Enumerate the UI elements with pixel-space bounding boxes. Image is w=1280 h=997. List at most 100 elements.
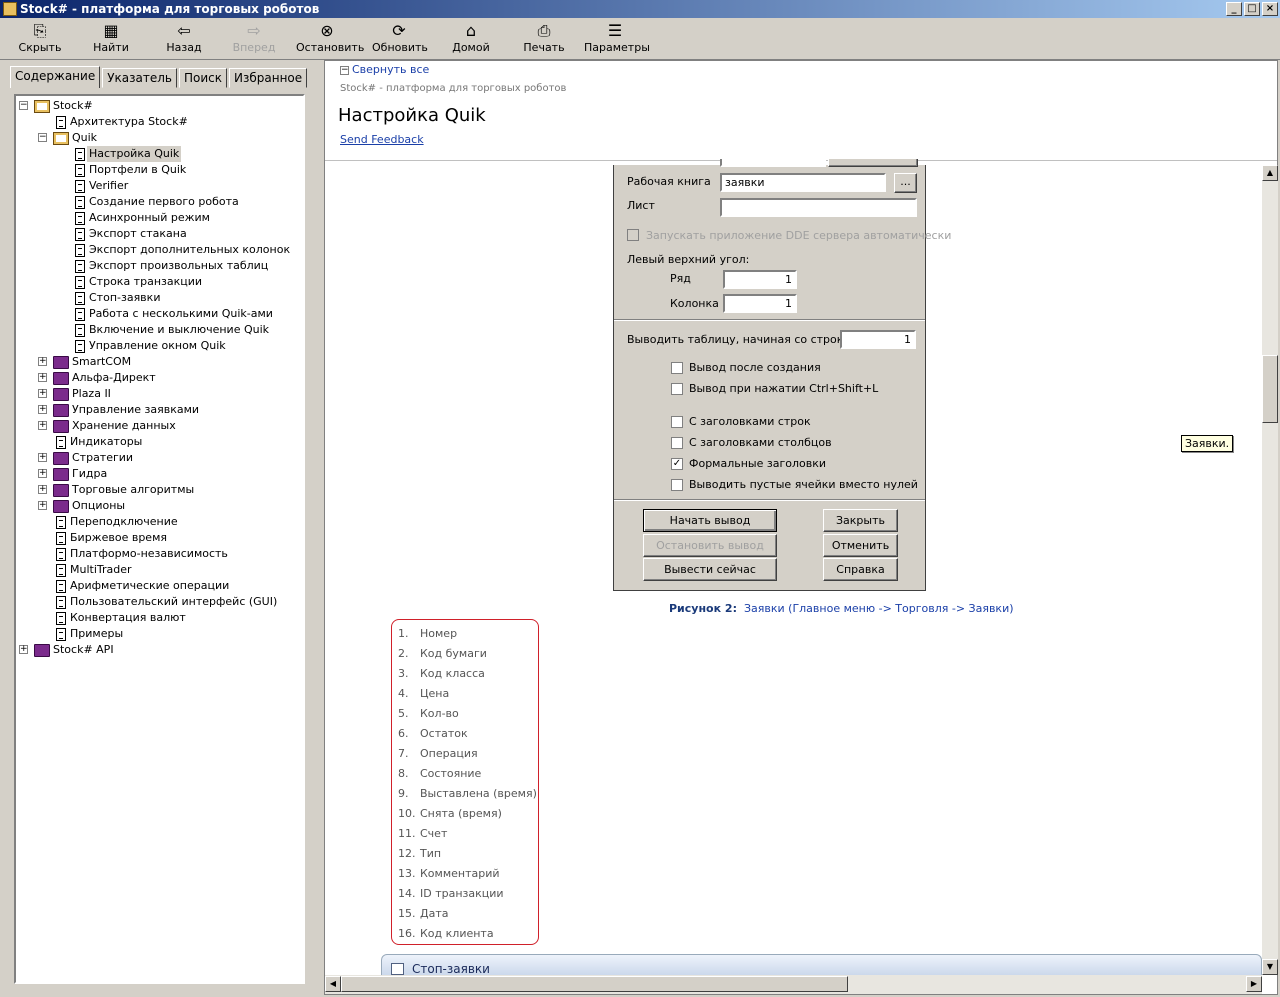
option-checkbox[interactable] — [671, 383, 683, 395]
tree-item[interactable]: Гидра — [53, 466, 107, 482]
pane-splitter[interactable] — [318, 60, 322, 997]
minimize-button[interactable]: _ — [1226, 2, 1242, 16]
expand-icon[interactable]: + — [38, 389, 47, 398]
column-field[interactable]: 1 — [723, 294, 797, 313]
stop-output-button[interactable]: Остановить вывод — [643, 534, 777, 557]
help-button[interactable]: Справка — [823, 558, 898, 581]
scroll-right-button[interactable]: ▶ — [1246, 976, 1262, 992]
expand-icon[interactable]: + — [38, 453, 47, 462]
output-now-button[interactable]: Вывести сейчас — [643, 558, 777, 581]
expand-icon[interactable]: + — [38, 485, 47, 494]
close-button[interactable]: × — [1262, 2, 1278, 16]
app-icon — [3, 2, 17, 16]
tree-item[interactable]: Пользовательский интерфейс (GUI) — [56, 594, 277, 610]
tree-item[interactable]: Экспорт стакана — [75, 226, 187, 242]
tree-item[interactable]: Примеры — [56, 626, 123, 642]
tree-item[interactable]: Строка транзакции — [75, 274, 202, 290]
option-checkbox-label: С заголовками столбцов — [689, 436, 832, 449]
close-dialog-button[interactable]: Закрыть — [823, 509, 898, 532]
scroll-up-button[interactable]: ▲ — [1262, 165, 1278, 181]
tab-index[interactable]: Указатель — [102, 68, 177, 88]
option-checkbox[interactable]: ✓ — [671, 458, 683, 470]
tree-item[interactable]: Экспорт дополнительных колонок — [75, 242, 290, 258]
tree-item[interactable]: Создание первого робота — [75, 194, 239, 210]
tab-search[interactable]: Поиск — [178, 68, 227, 88]
page-icon — [56, 531, 66, 545]
sheet-field[interactable] — [720, 198, 917, 217]
start-output-button[interactable]: Начать вывод — [643, 509, 777, 532]
cancel-button[interactable]: Отменить — [823, 534, 898, 557]
row-field[interactable]: 1 — [723, 270, 797, 289]
expand-icon[interactable]: + — [38, 357, 47, 366]
tree-item[interactable]: Архитектура Stock# — [56, 114, 188, 130]
tree-item[interactable]: Stock# API — [34, 642, 114, 658]
option-checkbox[interactable] — [671, 479, 683, 491]
toolbar-button[interactable]: ⌂ Домой — [450, 20, 492, 58]
expand-icon[interactable]: + — [38, 501, 47, 510]
collapse-icon[interactable]: − — [19, 101, 28, 110]
tree-item[interactable]: Настройка Quik — [75, 146, 182, 162]
tree-item-label: Гидра — [72, 467, 108, 480]
maximize-button[interactable]: □ — [1244, 2, 1260, 16]
scroll-left-button[interactable]: ◀ — [325, 976, 341, 992]
collapse-icon[interactable]: − — [38, 133, 47, 142]
tree-item[interactable]: Стратегии — [53, 450, 133, 466]
tab-contents[interactable]: Содержание — [10, 66, 101, 88]
tree-item[interactable]: Управление заявками — [53, 402, 199, 418]
toolbar-button[interactable]: ⟳ Обновить — [372, 20, 428, 58]
tree-item[interactable]: Verifier — [75, 178, 128, 194]
tree-item[interactable]: Стоп-заявки — [75, 290, 160, 306]
toolbar-button[interactable]: ⎙ Печать — [522, 20, 566, 58]
tree-item[interactable]: Арифметические операции — [56, 578, 229, 594]
tree-item[interactable]: Работа с несколькими Quik-ами — [75, 306, 273, 322]
tree-item[interactable]: Переподключение — [56, 514, 178, 530]
tree-item[interactable]: Конвертация валют — [56, 610, 186, 626]
vertical-scrollbar[interactable]: ▲ ▼ — [1262, 165, 1278, 975]
start-row-field[interactable]: 1 — [840, 330, 916, 349]
workbook-field[interactable]: заявки — [720, 173, 886, 192]
expand-icon[interactable]: + — [38, 469, 47, 478]
autostart-checkbox[interactable] — [627, 229, 639, 241]
tree-item[interactable]: Индикаторы — [56, 434, 142, 450]
browse-button[interactable]: ... — [894, 173, 917, 193]
toolbar-button[interactable]: ⇨ Вперед — [232, 20, 276, 58]
tree-item[interactable]: Портфели в Quik — [75, 162, 186, 178]
tree-item[interactable]: Quik — [53, 130, 97, 146]
expand-icon[interactable]: + — [38, 373, 47, 382]
stop-icon: ⊗ — [320, 21, 334, 40]
tree-item[interactable]: Биржевое время — [56, 530, 167, 546]
horizontal-scrollbar[interactable]: ◀ ▶ — [325, 975, 1262, 994]
toolbar-button[interactable]: ⎘ Скрыть — [18, 20, 62, 58]
tree-item[interactable]: Stock# — [34, 98, 93, 114]
scroll-down-button[interactable]: ▼ — [1262, 959, 1278, 975]
expand-icon[interactable]: + — [19, 645, 28, 654]
vertical-scroll-thumb[interactable] — [1262, 355, 1278, 423]
toolbar-button[interactable]: ⊗ Остановить — [296, 20, 364, 58]
toolbar-button[interactable]: ☰ Параметры — [584, 20, 650, 58]
option-checkbox[interactable] — [671, 416, 683, 428]
option-checkbox[interactable] — [671, 437, 683, 449]
collapse-all-link[interactable]: − Свернуть все — [340, 63, 429, 76]
toolbar-button[interactable]: ▦ Найти — [88, 20, 134, 58]
tree-item[interactable]: Экспорт произвольных таблиц — [75, 258, 268, 274]
tree-item[interactable]: Торговые алгоритмы — [53, 482, 194, 498]
tree-item[interactable]: Включение и выключение Quik — [75, 322, 269, 338]
tree-item[interactable]: Управление окном Quik — [75, 338, 226, 354]
toolbar-button-label: Назад — [166, 41, 202, 54]
tab-favorites[interactable]: Избранное — [229, 68, 308, 88]
horizontal-scroll-thumb[interactable] — [341, 976, 848, 992]
tree-item[interactable]: SmartCOM — [53, 354, 131, 370]
tree-item[interactable]: Альфа-Директ — [53, 370, 156, 386]
send-feedback-link[interactable]: Send Feedback — [340, 133, 424, 146]
tree-item[interactable]: Асинхронный режим — [75, 210, 210, 226]
expand-icon[interactable]: + — [38, 421, 47, 430]
tree-item[interactable]: MultiTrader — [56, 562, 132, 578]
option-checkbox[interactable] — [671, 362, 683, 374]
tree-item[interactable]: Опционы — [53, 498, 125, 514]
tree-item[interactable]: Платформо-независимость — [56, 546, 228, 562]
tree-item[interactable]: Хранение данных — [53, 418, 176, 434]
list-item-text: Операция — [420, 747, 478, 760]
tree-item[interactable]: Plaza II — [53, 386, 111, 402]
expand-icon[interactable]: + — [38, 405, 47, 414]
toolbar-button[interactable]: ⇦ Назад — [162, 20, 206, 58]
